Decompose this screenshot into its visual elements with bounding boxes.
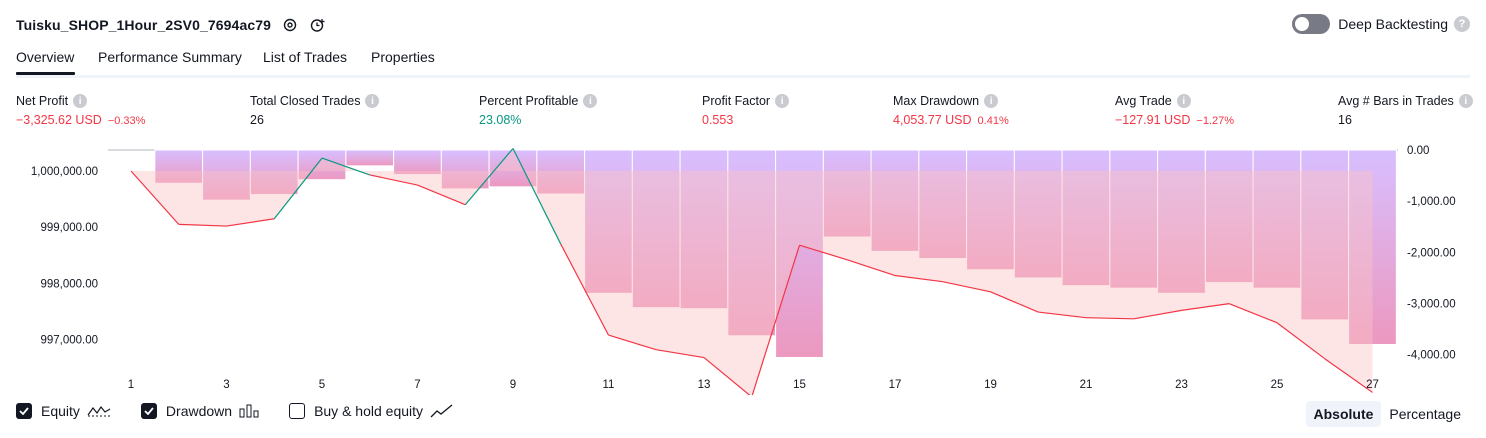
x-axis-label: 7 xyxy=(414,379,420,391)
metric-value: 26 xyxy=(250,113,264,127)
metric-percent-profitable: Percent Profitable i 23.08% xyxy=(479,94,598,127)
info-icon[interactable]: i xyxy=(775,94,790,108)
absolute-mode-button[interactable]: Absolute xyxy=(1305,401,1382,427)
left-axis-label: 998,000.00 xyxy=(40,278,98,290)
equity-line-icon xyxy=(87,404,111,418)
x-axis-label: 9 xyxy=(510,379,516,391)
equity-drawdown-chart[interactable]: 1,000,000.00 999,000.00 998,000.00 997,000.… xyxy=(0,140,1486,395)
metric-percent: −0.33% xyxy=(107,115,146,127)
x-axis-label: 25 xyxy=(1271,379,1284,391)
info-icon[interactable]: i xyxy=(984,94,999,108)
help-icon[interactable]: ? xyxy=(1454,16,1470,32)
tab-list-of-trades[interactable]: List of Trades xyxy=(263,49,347,65)
info-icon[interactable]: i xyxy=(365,94,380,108)
metric-value: 4,053.77 USD xyxy=(893,113,972,127)
equity-area xyxy=(131,148,1373,395)
right-axis-label: 0.00 xyxy=(1407,145,1429,157)
metric-percent: −1.27% xyxy=(1196,115,1235,127)
left-axis-label: 999,000.00 xyxy=(40,222,98,234)
metric-avg-trade: Avg Trade i −127.91 USD −1.27% xyxy=(1115,94,1234,127)
metric-net-profit: Net Profit i −3,325.62 USD −0.33% xyxy=(16,94,145,127)
tab-bar: Overview Performance Summary List of Tra… xyxy=(16,45,1470,78)
metric-value: −127.91 USD xyxy=(1115,113,1191,127)
info-icon[interactable]: i xyxy=(73,94,88,108)
x-axis-label: 27 xyxy=(1366,379,1379,391)
percentage-mode-button[interactable]: Percentage xyxy=(1381,401,1469,427)
x-axis-label: 15 xyxy=(793,379,806,391)
tab-overview[interactable]: Overview xyxy=(16,49,74,65)
chart-legend: Equity Drawdown Buy & hold equity xyxy=(16,403,484,419)
x-axis-label: 19 xyxy=(984,379,997,391)
legend-equity[interactable]: Equity xyxy=(16,403,111,419)
metric-value: 16 xyxy=(1338,113,1352,127)
metric-percent: 0.41% xyxy=(977,115,1009,127)
metric-label: Total Closed Trades xyxy=(250,94,361,108)
legend-drawdown[interactable]: Drawdown xyxy=(140,403,259,419)
metric-total-closed-trades: Total Closed Trades i 26 xyxy=(250,94,380,127)
x-axis-label: 23 xyxy=(1175,379,1188,391)
metric-avg-bars-in-trades: Avg # Bars in Trades i 16 xyxy=(1338,94,1473,127)
buy-hold-label: Buy & hold equity xyxy=(314,403,424,419)
x-axis-label: 21 xyxy=(1080,379,1093,391)
tab-properties[interactable]: Properties xyxy=(371,49,435,65)
right-axis-label: -3,000.00 xyxy=(1407,299,1456,311)
x-axis-label: 1 xyxy=(128,379,134,391)
metric-value: 23.08% xyxy=(479,113,522,127)
x-axis-label: 17 xyxy=(889,379,902,391)
drawdown-bar xyxy=(393,149,442,176)
tab-performance-summary[interactable]: Performance Summary xyxy=(98,49,242,65)
drawdown-checkbox[interactable] xyxy=(140,403,157,419)
info-icon[interactable]: i xyxy=(1458,94,1473,108)
strategy-header: Tuisku_SHOP_1Hour_2SV0_7694ac79 xyxy=(16,14,327,36)
buy-hold-checkbox[interactable] xyxy=(289,403,306,419)
left-axis-label: 997,000.00 xyxy=(40,335,98,347)
strategy-title: Tuisku_SHOP_1Hour_2SV0_7694ac79 xyxy=(16,17,271,33)
buy-hold-line-icon xyxy=(430,404,454,418)
settings-gear-icon[interactable] xyxy=(281,16,299,34)
info-icon[interactable]: i xyxy=(583,94,598,108)
left-axis-label: 1,000,000.00 xyxy=(31,166,98,178)
deep-backtesting-control: Deep Backtesting ? xyxy=(1292,14,1470,34)
drawdown-bar xyxy=(345,149,395,167)
info-icon[interactable]: i xyxy=(1176,94,1191,108)
right-axis-label: -4,000.00 xyxy=(1407,350,1456,362)
deep-backtesting-toggle[interactable] xyxy=(1292,14,1331,34)
metric-label: Net Profit xyxy=(16,94,69,108)
metric-label: Profit Factor xyxy=(702,94,771,108)
x-axis-label: 3 xyxy=(223,379,229,391)
right-axis-label: -2,000.00 xyxy=(1407,247,1456,259)
x-axis-label: 13 xyxy=(698,379,711,391)
metric-label: Max Drawdown xyxy=(893,94,980,108)
active-tab-indicator xyxy=(16,72,75,75)
metric-label: Avg # Bars in Trades xyxy=(1338,94,1454,108)
metric-max-drawdown: Max Drawdown i 4,053.77 USD 0.41% xyxy=(893,94,1009,127)
equity-label: Equity xyxy=(41,403,80,419)
drawdown-bars-icon xyxy=(239,404,259,418)
metric-label: Percent Profitable xyxy=(479,94,579,108)
add-alert-clock-icon[interactable] xyxy=(309,16,327,34)
right-axis-label: -1,000.00 xyxy=(1407,196,1456,208)
metric-value: 0.553 xyxy=(702,113,734,127)
deep-backtesting-label: Deep Backtesting xyxy=(1338,16,1448,32)
drawdown-label: Drawdown xyxy=(165,403,233,419)
metric-value: −3,325.62 USD xyxy=(16,113,102,127)
scale-mode-switch: Absolute Percentage xyxy=(1305,401,1470,427)
metric-label: Avg Trade xyxy=(1115,94,1172,108)
metric-profit-factor: Profit Factor i 0.553 xyxy=(702,94,790,127)
equity-checkbox[interactable] xyxy=(16,403,32,419)
x-axis-label: 11 xyxy=(603,379,615,391)
legend-buy-hold-equity[interactable]: Buy & hold equity xyxy=(289,403,454,419)
x-axis-label: 5 xyxy=(319,379,325,391)
